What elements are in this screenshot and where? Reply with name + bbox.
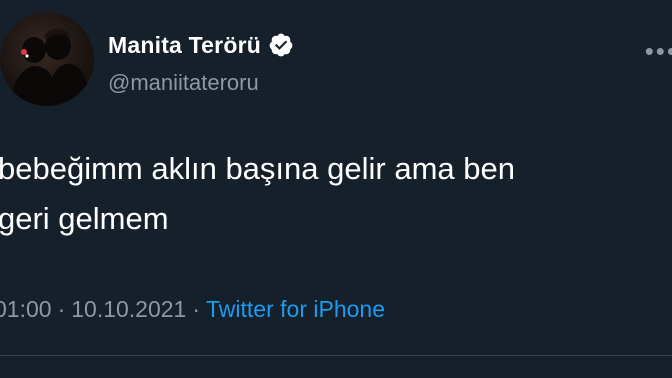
tweet-source-link[interactable]: Twitter for iPhone [206, 296, 385, 322]
author-handle[interactable]: @maniitateroru [108, 70, 259, 96]
tweet-meta: 01:00 · 10.10.2021 · Twitter for iPhone [0, 296, 385, 323]
avatar[interactable] [0, 12, 94, 106]
author-name-row[interactable]: Manita Terörü [108, 30, 294, 60]
divider [0, 355, 672, 356]
tweet-date[interactable]: 10.10.2021 [71, 296, 186, 322]
display-name[interactable]: Manita Terörü [108, 32, 261, 59]
avatar-image [10, 28, 90, 106]
more-options-icon[interactable]: ••• [645, 36, 672, 67]
tweet-text-line: geri gelmem [0, 201, 169, 236]
meta-separator: · [57, 296, 66, 322]
tweet-card: Manita Terörü @maniitateroru ••• bebeğim… [0, 0, 672, 378]
meta-separator: · [192, 296, 201, 322]
tweet-time[interactable]: 01:00 [0, 296, 52, 322]
tweet-text: bebeğimm aklın başına gelir ama ben geri … [0, 144, 672, 244]
verified-badge-icon [269, 33, 293, 57]
tweet-text-line: bebeğimm aklın başına gelir ama ben [0, 151, 515, 186]
